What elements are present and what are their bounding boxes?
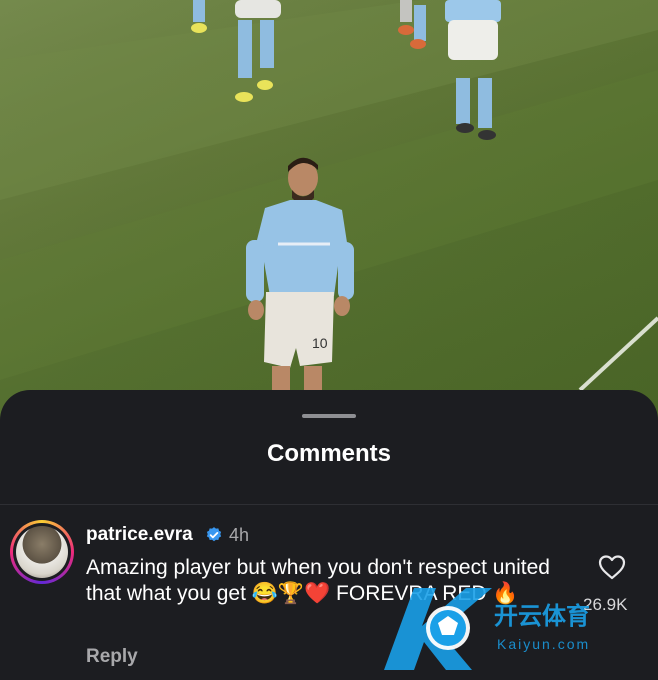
sheet-title: Comments [266,440,392,467]
avatar-photo [16,526,68,578]
comment-username[interactable]: patrice.evra [86,524,193,546]
divider [0,504,658,505]
avatar [13,523,71,581]
video-player[interactable]: 10 [0,0,658,420]
watermark-subtext: Kaiyun.com [497,636,591,652]
comment-timestamp: 4h [229,525,250,545]
avatar-story-ring[interactable] [10,520,74,584]
drag-handle[interactable] [302,414,356,418]
watermark-text: 开云体育 [494,603,590,630]
reply-button[interactable]: Reply [86,646,138,668]
football-pitch-scene: 10 [0,0,658,420]
svg-text:10: 10 [312,335,328,351]
verified-badge-icon [206,527,222,542]
